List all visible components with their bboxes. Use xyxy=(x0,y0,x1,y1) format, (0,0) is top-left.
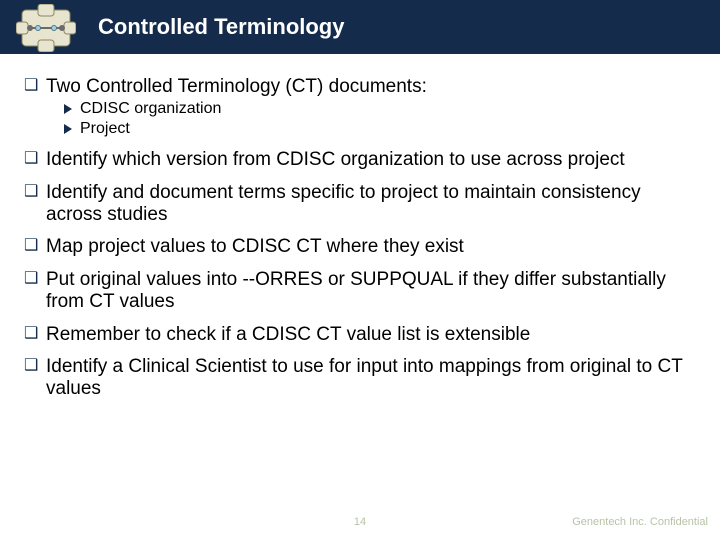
bullet-text: Map project values to CDISC CT where the… xyxy=(46,236,464,257)
bullet-text: Identify which version from CDISC organi… xyxy=(46,149,625,170)
bullet-text: Identify a Clinical Scientist to use for… xyxy=(46,356,682,399)
bullet-item: Map project values to CDISC CT where the… xyxy=(24,236,696,258)
puzzle-icon xyxy=(8,0,84,57)
title-bar: Controlled Terminology xyxy=(0,0,720,54)
bullet-text: Two Controlled Terminology (CT) document… xyxy=(46,76,427,97)
bullet-item: Put original values into --ORRES or SUPP… xyxy=(24,269,696,314)
sub-bullet-item: CDISC organization xyxy=(24,100,696,119)
confidential-label: Genentech Inc. Confidential xyxy=(572,516,708,528)
bullet-item: Two Controlled Terminology (CT) document… xyxy=(24,76,696,98)
sub-bullet-item: Project xyxy=(24,120,696,139)
footer: 14 Genentech Inc. Confidential xyxy=(0,516,720,534)
bullet-item: Identify a Clinical Scientist to use for… xyxy=(24,356,696,401)
bullet-item: Identify which version from CDISC organi… xyxy=(24,149,696,171)
page-number: 14 xyxy=(354,516,366,528)
content-area: Two Controlled Terminology (CT) document… xyxy=(0,54,720,401)
bullet-text: Put original values into --ORRES or SUPP… xyxy=(46,269,666,312)
bullet-item: Identify and document terms specific to … xyxy=(24,182,696,227)
bullet-text: Remember to check if a CDISC CT value li… xyxy=(46,324,530,345)
sub-bullet-text: CDISC organization xyxy=(80,100,221,117)
bullet-item: Remember to check if a CDISC CT value li… xyxy=(24,324,696,346)
slide-title: Controlled Terminology xyxy=(98,14,344,40)
sub-bullet-text: Project xyxy=(80,120,130,137)
bullet-text: Identify and document terms specific to … xyxy=(46,182,641,225)
slide: Controlled Terminology Two Controlled Te… xyxy=(0,0,720,540)
